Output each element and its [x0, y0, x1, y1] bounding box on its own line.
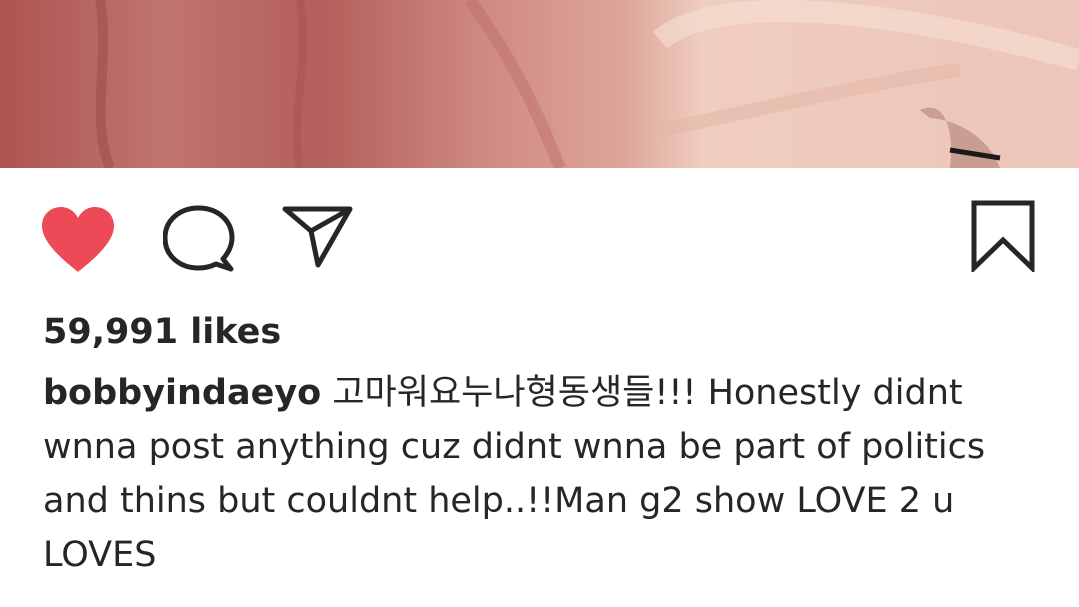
- heart-filled-icon[interactable]: [40, 206, 116, 274]
- post-photo-art: [0, 0, 1079, 168]
- post-action-bar: [0, 168, 1079, 308]
- instagram-post: 59,991 likes bobbyindaeyo 고마워요누나형동생들!!! …: [0, 0, 1079, 607]
- bookmark-icon[interactable]: [970, 200, 1036, 272]
- post-photo[interactable]: [0, 0, 1079, 168]
- comment-bubble-icon[interactable]: [163, 205, 235, 273]
- post-caption: bobbyindaeyo 고마워요누나형동생들!!! Honestly didn…: [43, 366, 1043, 582]
- caption-username[interactable]: bobbyindaeyo: [43, 373, 321, 413]
- likes-count[interactable]: 59,991 likes: [43, 311, 281, 353]
- paper-plane-icon[interactable]: [282, 205, 354, 269]
